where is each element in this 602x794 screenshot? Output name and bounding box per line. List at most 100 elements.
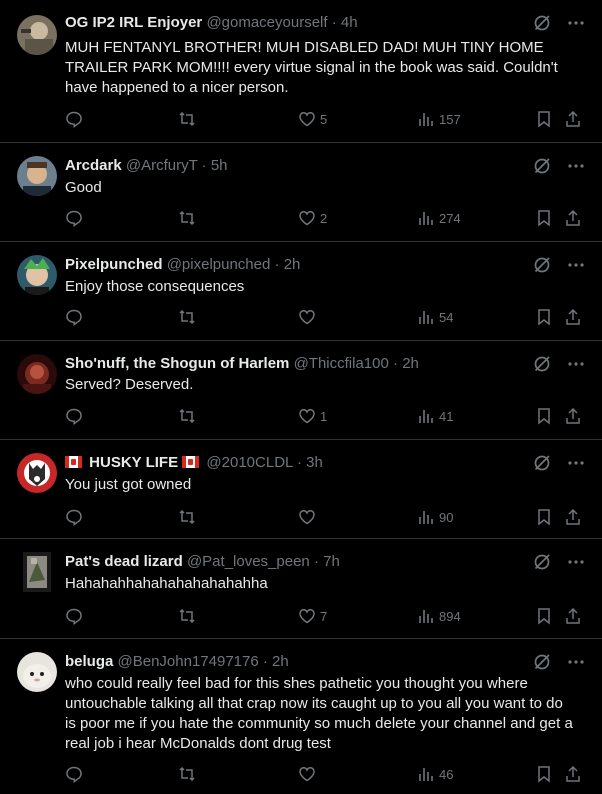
author-name[interactable]: Pat's dead lizard	[65, 553, 183, 570]
author-name[interactable]: HUSKY LIFE	[89, 454, 178, 471]
retweet-button[interactable]	[178, 607, 196, 625]
reply-item[interactable]: Arcdark @ArcfuryT · 5h Good 2 274	[0, 143, 602, 242]
grok-icon[interactable]	[532, 156, 552, 176]
reply-button[interactable]	[65, 209, 83, 227]
views-button[interactable]: 894	[417, 607, 461, 625]
author-name[interactable]: beluga	[65, 653, 113, 670]
reply-button[interactable]	[65, 607, 83, 625]
like-button[interactable]: 5	[298, 110, 327, 128]
action-bar: 5 157	[65, 110, 584, 130]
retweet-button[interactable]	[178, 110, 196, 128]
avatar[interactable]	[17, 255, 57, 295]
share-button[interactable]	[564, 765, 582, 783]
reply-item[interactable]: Pixelpunched @pixelpunched · 2h Enjoy th…	[0, 242, 602, 341]
like-button[interactable]: 1	[298, 407, 327, 425]
timestamp[interactable]: 3h	[306, 454, 323, 471]
views-button[interactable]: 54	[417, 308, 453, 326]
bookmark-button[interactable]	[535, 607, 553, 625]
retweet-button[interactable]	[178, 308, 196, 326]
views-button[interactable]: 90	[417, 508, 453, 526]
timestamp[interactable]: 2h	[284, 256, 301, 273]
author-handle[interactable]: @ArcfuryT	[126, 157, 198, 174]
reply-item[interactable]: OG IP2 IRL Enjoyer @gomaceyourself · 4h …	[0, 0, 602, 143]
reply-button[interactable]	[65, 407, 83, 425]
retweet-icon	[179, 608, 195, 624]
views-button[interactable]: 46	[417, 765, 453, 783]
like-button[interactable]	[298, 308, 320, 326]
bookmark-button[interactable]	[535, 508, 553, 526]
author-name[interactable]: Sho'nuff, the Shogun of Harlem	[65, 355, 289, 372]
author-name[interactable]: OG IP2 IRL Enjoyer	[65, 14, 202, 31]
share-button[interactable]	[564, 407, 582, 425]
views-button[interactable]: 41	[417, 407, 453, 425]
reply-button[interactable]	[65, 110, 83, 128]
author-handle[interactable]: @pixelpunched	[167, 256, 271, 273]
timestamp[interactable]: 2h	[272, 653, 289, 670]
author-name[interactable]: Pixelpunched	[65, 256, 163, 273]
timestamp[interactable]: 2h	[402, 355, 419, 372]
bookmark-button[interactable]	[535, 110, 553, 128]
bookmark-button[interactable]	[535, 765, 553, 783]
bookmark-button[interactable]	[535, 209, 553, 227]
grok-icon[interactable]	[532, 552, 552, 572]
views-button[interactable]: 157	[417, 110, 461, 128]
share-button[interactable]	[564, 508, 582, 526]
bookmark-button[interactable]	[535, 308, 553, 326]
avatar[interactable]	[17, 156, 57, 196]
avatar[interactable]	[17, 354, 57, 394]
grok-icon[interactable]	[532, 354, 552, 374]
avatar[interactable]	[17, 15, 57, 55]
share-button[interactable]	[564, 308, 582, 326]
reply-button[interactable]	[65, 508, 83, 526]
reply-item[interactable]: Sho'nuff, the Shogun of Harlem @Thiccfil…	[0, 341, 602, 440]
views-button[interactable]: 274	[417, 209, 461, 227]
reply-item[interactable]: beluga @BenJohn17497176 · 2h who could r…	[0, 639, 602, 794]
more-options-icon[interactable]	[568, 461, 584, 465]
avatar[interactable]	[23, 552, 51, 592]
retweet-icon	[179, 509, 195, 525]
reply-item[interactable]: Pat's dead lizard @Pat_loves_peen · 7h H…	[0, 539, 602, 639]
author-name[interactable]: Arcdark	[65, 157, 122, 174]
reply-text: Good	[65, 179, 102, 196]
avatar[interactable]	[17, 652, 57, 692]
grok-icon[interactable]	[532, 453, 552, 473]
more-options-icon[interactable]	[568, 362, 584, 366]
timestamp[interactable]: 5h	[211, 157, 228, 174]
more-options-icon[interactable]	[568, 21, 584, 25]
reply-button[interactable]	[65, 765, 83, 783]
like-button[interactable]: 2	[298, 209, 327, 227]
more-options-icon[interactable]	[568, 164, 584, 168]
retweet-button[interactable]	[178, 209, 196, 227]
reply-icon	[66, 408, 82, 425]
share-button[interactable]	[564, 209, 582, 227]
separator-dot: ·	[296, 454, 302, 471]
more-options-icon[interactable]	[568, 660, 584, 664]
reply-button[interactable]	[65, 308, 83, 326]
author-handle[interactable]: @Pat_loves_peen	[187, 553, 310, 570]
more-options-icon[interactable]	[568, 263, 584, 267]
grok-icon[interactable]	[532, 652, 552, 672]
timestamp[interactable]: 7h	[323, 553, 340, 570]
reply-item[interactable]: HUSKY LIFE @2010CLDL · 3h You just got o…	[0, 440, 602, 539]
retweet-button[interactable]	[178, 765, 196, 783]
retweet-button[interactable]	[178, 508, 196, 526]
share-button[interactable]	[564, 110, 582, 128]
author-handle[interactable]: @gomaceyourself	[206, 14, 327, 31]
like-button[interactable]	[298, 765, 320, 783]
more-options-icon[interactable]	[568, 560, 584, 564]
author-handle[interactable]: @2010CLDL	[206, 454, 292, 471]
like-button[interactable]	[298, 508, 320, 526]
action-bar: 2 274	[65, 209, 584, 229]
heart-icon	[299, 510, 315, 525]
avatar[interactable]	[17, 453, 57, 493]
grok-icon[interactable]	[532, 255, 552, 275]
author-handle[interactable]: @BenJohn17497176	[118, 653, 259, 670]
author-handle[interactable]: @Thiccfila100	[294, 355, 389, 372]
like-button[interactable]: 7	[298, 607, 327, 625]
share-button[interactable]	[564, 607, 582, 625]
grok-icon[interactable]	[532, 13, 552, 33]
bookmark-button[interactable]	[535, 407, 553, 425]
retweet-button[interactable]	[178, 407, 196, 425]
reply-icon	[66, 210, 82, 227]
timestamp[interactable]: 4h	[341, 14, 358, 31]
